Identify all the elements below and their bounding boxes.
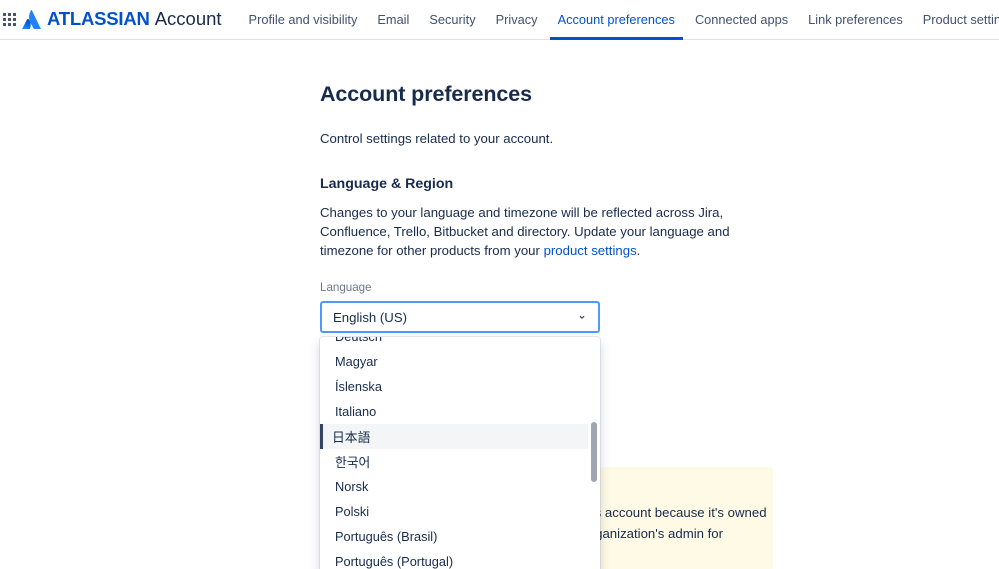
language-option-polski[interactable]: Polski [320, 499, 588, 524]
product-settings-link[interactable]: product settings [544, 243, 637, 258]
chevron-down-icon[interactable] [575, 310, 589, 324]
language-field-label: Language [320, 281, 372, 294]
language-option-islenska[interactable]: Íslenska [320, 374, 588, 399]
atlassian-logo-icon [22, 10, 41, 29]
grid-dot [8, 23, 11, 26]
grid-dot [13, 18, 16, 21]
section-description: Changes to your language and timezone wi… [320, 203, 772, 260]
language-option-portugues-portugal[interactable]: Português (Portugal) [320, 549, 588, 569]
language-option-magyar[interactable]: Magyar [320, 349, 588, 374]
nav-item-link-preferences[interactable]: Link preferences [798, 0, 913, 40]
language-option-korean[interactable]: 한국어 [320, 449, 588, 474]
language-dropdown-menu: Deutsch Magyar Íslenska Italiano 日本語 한국어… [320, 337, 600, 569]
grid-dot [3, 18, 6, 21]
grid-dot [8, 18, 11, 21]
language-select-wrapper: English (US) Deutsch Magyar Íslenska Ita… [320, 301, 600, 569]
nav-item-profile-and-visibility[interactable]: Profile and visibility [239, 0, 368, 40]
language-select[interactable]: English (US) [320, 301, 600, 333]
grid-dot [13, 13, 16, 16]
nav-item-product-settings[interactable]: Product settings [913, 0, 999, 40]
language-option-japanese[interactable]: 日本語 [320, 424, 588, 449]
dropdown-scrollbar-thumb[interactable] [591, 422, 597, 482]
global-header: ATLASSIAN Account Profile and visibility… [0, 0, 999, 40]
brand-product: Account [154, 8, 222, 30]
language-option-portugues-brasil[interactable]: Português (Brasil) [320, 524, 588, 549]
managed-account-warning-banner: Your organization manages this account b… [600, 467, 773, 569]
nav-item-privacy[interactable]: Privacy [486, 0, 548, 40]
section-description-text: Changes to your language and timezone wi… [320, 205, 730, 258]
section-description-period: . [636, 243, 641, 258]
nav-item-security[interactable]: Security [419, 0, 485, 40]
managed-account-warning-text: Your organization manages this account b… [600, 505, 767, 541]
grid-dot [8, 13, 11, 16]
language-option-italiano[interactable]: Italiano [320, 399, 588, 424]
language-option-deutsch[interactable]: Deutsch [320, 337, 588, 349]
language-option-norsk[interactable]: Norsk [320, 474, 588, 499]
nav-item-email[interactable]: Email [367, 0, 419, 40]
language-dropdown-scroll-area[interactable]: Deutsch Magyar Íslenska Italiano 日本語 한국어… [320, 337, 600, 569]
brand-logo-link[interactable]: ATLASSIAN Account [22, 10, 222, 29]
grid-apps-icon[interactable] [3, 8, 16, 32]
language-option-list: Deutsch Magyar Íslenska Italiano 日本語 한국어… [320, 337, 588, 569]
grid-dot [3, 13, 6, 16]
nav-item-account-preferences[interactable]: Account preferences [548, 0, 685, 40]
brand-name: ATLASSIAN [47, 8, 150, 30]
page-subtitle: Control settings related to your account… [320, 131, 554, 146]
language-select-value: English (US) [333, 309, 408, 325]
section-title-language-region: Language & Region [320, 176, 454, 192]
primary-nav: Profile and visibility Email Security Pr… [239, 0, 999, 40]
grid-dot [13, 23, 16, 26]
dropdown-scrollbar-track[interactable] [588, 337, 600, 569]
page-title: Account preferences [320, 82, 532, 106]
main-content: Account preferences Control settings rel… [0, 40, 999, 569]
nav-item-connected-apps[interactable]: Connected apps [685, 0, 798, 40]
grid-dot [3, 23, 6, 26]
